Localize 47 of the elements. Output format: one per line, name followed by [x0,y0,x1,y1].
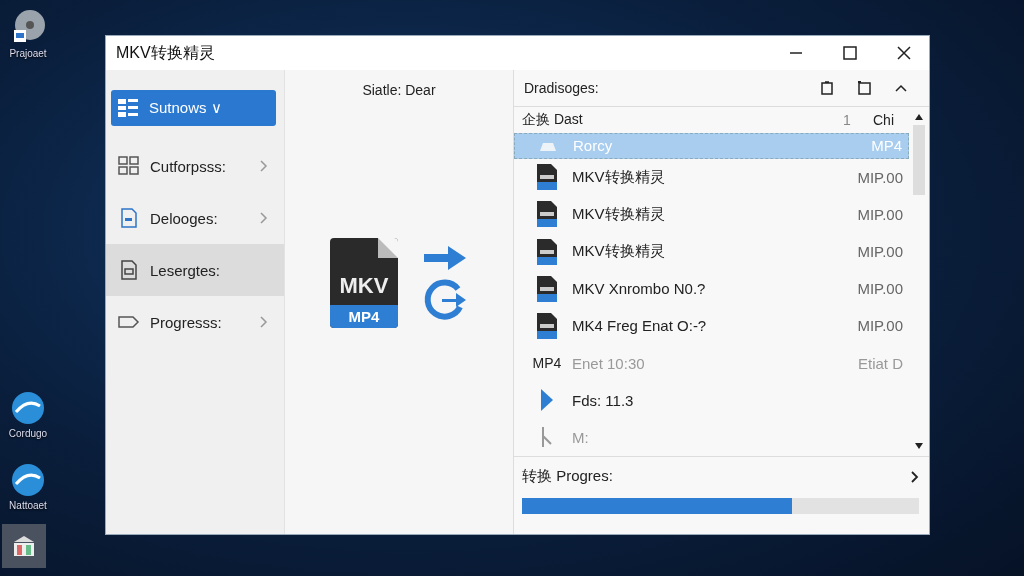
store-icon [11,534,37,558]
close-icon[interactable] [897,46,911,60]
list-icon [117,98,139,118]
column-header[interactable]: Chi [873,111,901,128]
desktop-icon-label: Cordugo [8,428,48,439]
form-icon [118,260,140,280]
document-icon [118,208,140,228]
list-row[interactable]: MKV转换精灵 MIP.00 [514,195,909,233]
play-icon [539,388,555,413]
list-row[interactable]: MK4 Freg Enat O:-? MIP.00 [514,307,909,345]
list-row[interactable]: Fds: 11.3 [514,381,909,419]
grid-icon [118,156,140,176]
list-row[interactable]: MKV Xnrombo N0.? MIP.00 [514,270,909,308]
file-icon: MKV MP4 [330,238,398,328]
panel-title: Dradisoges: [524,80,600,96]
desktop-icon-label: Prajoaet [9,48,47,59]
file-icon [535,200,559,229]
format-label: MP4 [532,355,562,371]
pin-icon [540,426,554,449]
status-text: Siatle: Dear [362,82,436,98]
window-icon[interactable] [857,81,871,95]
list-row[interactable]: MP4 Enet 10:30 Etiat D [514,344,909,382]
file-icon [535,274,559,303]
window-title: MKV转换精灵 [116,42,216,63]
sidebar-item[interactable]: Progresss: [106,296,284,348]
sidebar-item[interactable]: Sutnows ∨ [111,90,276,126]
scroll-thumb[interactable] [913,125,925,195]
collapse-icon[interactable] [895,84,907,92]
sidebar-item[interactable]: Lesergtes: [106,244,284,296]
sidebar-item[interactable]: Cutforpsss: [106,140,284,192]
file-icon [535,163,559,192]
list-row[interactable]: MKV转换精灵 MIP.00 [514,158,909,196]
arrow-right-icon [422,243,468,273]
scroll-up-icon[interactable] [914,113,924,121]
clipboard-icon[interactable] [821,81,833,95]
chevron-icon[interactable] [911,470,919,483]
column-header[interactable]: 企换 Dast [522,110,843,129]
scroll-down-icon[interactable] [914,442,924,450]
progress-label: 转换 Progres: [522,467,613,486]
file-icon [535,237,559,266]
sidebar-item[interactable]: Delooges: [106,192,284,244]
desktop-icon-label: Nattoaet [9,500,47,511]
list-row[interactable]: MKV转换精灵 MIP.00 [514,232,909,271]
maximize-icon[interactable] [843,46,857,60]
file-icon [535,311,559,340]
taskbar-tile[interactable] [2,524,46,568]
refresh-icon [422,277,468,323]
